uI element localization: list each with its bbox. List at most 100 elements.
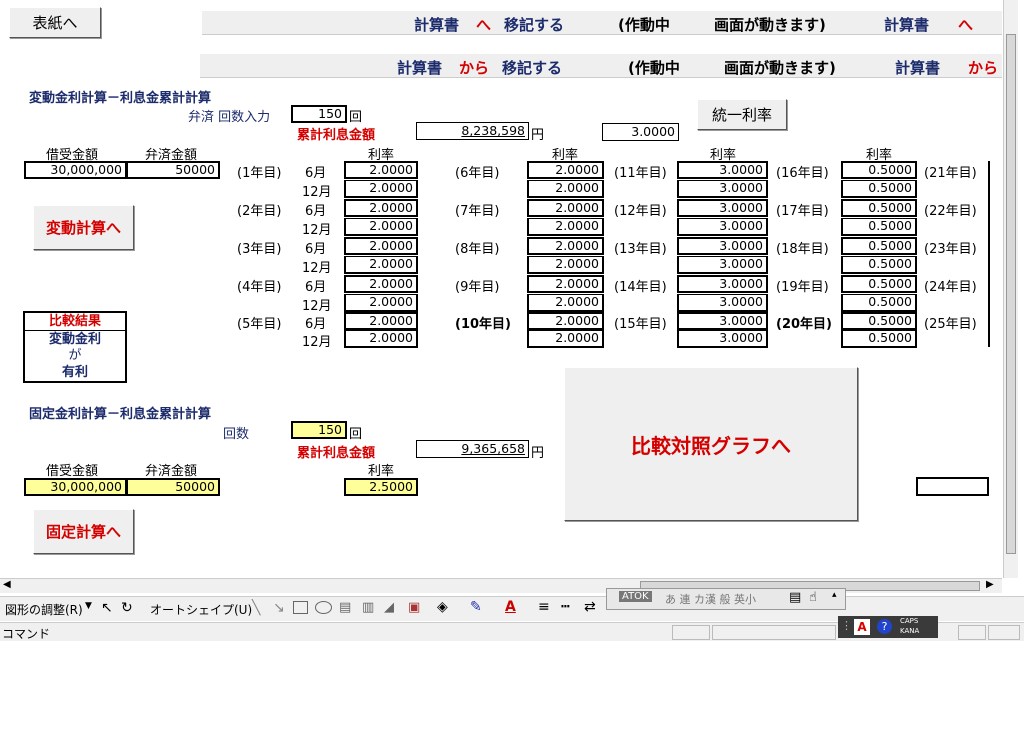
fixed-repay-input[interactable]: 50000 bbox=[126, 478, 220, 496]
rate-input[interactable]: 2.0000 bbox=[344, 256, 418, 274]
variable-repay-input[interactable]: 50000 bbox=[126, 161, 220, 179]
cover-button[interactable]: 表紙へ bbox=[9, 7, 101, 38]
rate-input[interactable]: 0.5000 bbox=[841, 180, 917, 198]
comparison-box: 比較結果 変動金利 が 有利 bbox=[23, 311, 127, 383]
draw-adjust-menu[interactable]: 図形の調整(R) bbox=[5, 601, 83, 618]
rate-input[interactable]: 2.0000 bbox=[344, 330, 418, 348]
rate-input[interactable]: 2.0000 bbox=[527, 218, 604, 236]
rate-input[interactable]: 0.5000 bbox=[841, 199, 917, 217]
year-label: (8年目) bbox=[455, 242, 500, 257]
variable-loan-input[interactable]: 30,000,000 bbox=[24, 161, 127, 179]
arrow-style-icon[interactable]: ⇄ bbox=[584, 599, 596, 615]
rate-input[interactable]: 3.0000 bbox=[677, 218, 768, 236]
rate-input[interactable]: 2.0000 bbox=[527, 294, 604, 312]
rate-input[interactable]: 2.0000 bbox=[527, 237, 604, 255]
rate-input[interactable]: 0.5000 bbox=[841, 312, 917, 330]
fixed-loan-input[interactable]: 30,000,000 bbox=[24, 478, 127, 496]
banner2-repeat-a: 計算書 bbox=[895, 59, 941, 77]
rate-input[interactable]: 2.0000 bbox=[344, 180, 418, 198]
transfer-from-banner[interactable]: 計算書 から 移記する (作動中 画面が動きます) 計算書 から bbox=[200, 54, 1002, 78]
ime-atok-label[interactable]: ATOK bbox=[619, 591, 652, 602]
scroll-right-arrow-icon[interactable]: ▶ bbox=[986, 579, 994, 590]
dash-style-icon[interactable]: ┅ bbox=[561, 599, 569, 615]
help-icon[interactable]: ? bbox=[877, 619, 892, 634]
rate-input[interactable]: 0.5000 bbox=[841, 294, 917, 312]
rate-input[interactable]: 2.0000 bbox=[344, 237, 418, 255]
clipart-icon[interactable]: ▣ bbox=[408, 600, 420, 615]
fixed-rate-input[interactable]: 2.5000 bbox=[344, 478, 418, 496]
rate-input[interactable]: 0.5000 bbox=[841, 275, 917, 293]
rate-input[interactable]: 2.0000 bbox=[344, 275, 418, 293]
rate-input[interactable]: 2.0000 bbox=[344, 161, 418, 179]
rotate-icon[interactable]: ↻ bbox=[121, 600, 133, 616]
rate-input[interactable]: 0.5000 bbox=[841, 237, 917, 255]
banner1-repeat-a: 計算書 bbox=[884, 16, 930, 34]
comparison-line2: が bbox=[68, 348, 82, 363]
comparison-graph-button-label: 比較対照グラフへ bbox=[631, 433, 791, 458]
year-label: (6年目) bbox=[455, 166, 500, 181]
atok-logo-icon[interactable]: A bbox=[854, 619, 870, 635]
autoshape-menu[interactable]: オートシェイプ(U) bbox=[150, 601, 252, 618]
line-style-icon[interactable]: ≡ bbox=[538, 599, 550, 615]
ime-mode-items[interactable]: あ 連 カ漢 般 英小 bbox=[665, 591, 756, 607]
variable-count-input[interactable]: 150 bbox=[291, 105, 347, 123]
active-cell-selection[interactable] bbox=[916, 477, 989, 496]
rate-input[interactable]: 3.0000 bbox=[677, 294, 768, 312]
rate-input[interactable]: 3.0000 bbox=[677, 161, 768, 179]
fixed-calc-button[interactable]: 固定計算へ bbox=[33, 509, 134, 554]
vertical-textbox-icon[interactable]: ▥ bbox=[362, 600, 374, 615]
select-pointer-icon[interactable]: ↖ bbox=[101, 600, 113, 616]
line-tool-icon[interactable]: ╲ bbox=[252, 600, 260, 616]
rate-input[interactable]: 2.0000 bbox=[527, 256, 604, 274]
rate-input[interactable]: 3.0000 bbox=[677, 237, 768, 255]
language-bar-grip-icon[interactable]: ⋮ bbox=[841, 619, 852, 632]
ime-scroll-icon[interactable]: ▴ bbox=[832, 590, 837, 600]
rate-input[interactable]: 0.5000 bbox=[841, 218, 917, 236]
vertical-scrollbar[interactable] bbox=[1003, 0, 1018, 578]
scroll-left-arrow-icon[interactable]: ◀ bbox=[3, 579, 11, 590]
arrow-tool-icon[interactable]: ↘ bbox=[273, 600, 285, 616]
rate-input[interactable]: 2.0000 bbox=[527, 312, 604, 330]
year-label: (19年目) bbox=[776, 280, 829, 295]
rate-input[interactable]: 2.0000 bbox=[344, 199, 418, 217]
rate-input[interactable]: 3.0000 bbox=[677, 199, 768, 217]
font-color-icon[interactable]: A bbox=[505, 599, 516, 615]
textbox-tool-icon[interactable]: ▤ bbox=[339, 600, 351, 615]
ime-dictionary-icon[interactable]: ▤ bbox=[789, 590, 801, 605]
ime-hand-icon[interactable]: ☝ bbox=[809, 590, 817, 605]
fill-color-icon[interactable]: ◈ bbox=[437, 599, 448, 615]
rate-input[interactable]: 2.0000 bbox=[527, 199, 604, 217]
rate-input[interactable]: 2.0000 bbox=[527, 330, 604, 348]
fixed-count-input[interactable]: 150 bbox=[291, 421, 347, 439]
vertical-scroll-thumb[interactable] bbox=[1006, 34, 1016, 554]
status-panel-2 bbox=[712, 625, 836, 640]
rectangle-tool-icon[interactable] bbox=[293, 601, 308, 614]
variable-calc-button[interactable]: 変動計算へ bbox=[33, 205, 134, 250]
uniform-rate-button[interactable]: 統一利率 bbox=[697, 99, 787, 130]
draw-adjust-dropdown-icon[interactable]: ▼ bbox=[85, 601, 92, 611]
rate-input[interactable]: 2.0000 bbox=[344, 312, 418, 330]
rate-input[interactable]: 2.0000 bbox=[344, 294, 418, 312]
oval-tool-icon[interactable] bbox=[315, 601, 332, 614]
rate-input[interactable]: 3.0000 bbox=[677, 312, 768, 330]
fixed-count-unit: 回 bbox=[349, 427, 363, 442]
wordart-icon[interactable]: ◢ bbox=[384, 600, 394, 615]
rate-input[interactable]: 3.0000 bbox=[677, 256, 768, 274]
comparison-graph-button[interactable]: 比較対照グラフへ bbox=[564, 367, 858, 521]
rate-input[interactable]: 2.0000 bbox=[527, 275, 604, 293]
rate-input[interactable]: 3.0000 bbox=[677, 275, 768, 293]
rate-input[interactable]: 2.0000 bbox=[344, 218, 418, 236]
uniform-rate-input[interactable]: 3.0000 bbox=[602, 123, 679, 141]
rate-input[interactable]: 0.5000 bbox=[841, 256, 917, 274]
transfer-to-banner[interactable]: 計算書 へ 移記する (作動中 画面が動きます) 計算書 へ bbox=[202, 11, 1002, 35]
horizontal-scrollbar[interactable]: ◀ ▶ bbox=[0, 578, 1002, 593]
year-label: (3年目) bbox=[237, 242, 282, 257]
rate-input[interactable]: 2.0000 bbox=[527, 161, 604, 179]
rate-input[interactable]: 0.5000 bbox=[841, 161, 917, 179]
status-command: コマンド bbox=[2, 627, 51, 641]
rate-input[interactable]: 3.0000 bbox=[677, 180, 768, 198]
rate-input[interactable]: 0.5000 bbox=[841, 330, 917, 348]
rate-input[interactable]: 3.0000 bbox=[677, 330, 768, 348]
rate-input[interactable]: 2.0000 bbox=[527, 180, 604, 198]
line-color-icon[interactable]: ✎ bbox=[470, 599, 482, 615]
